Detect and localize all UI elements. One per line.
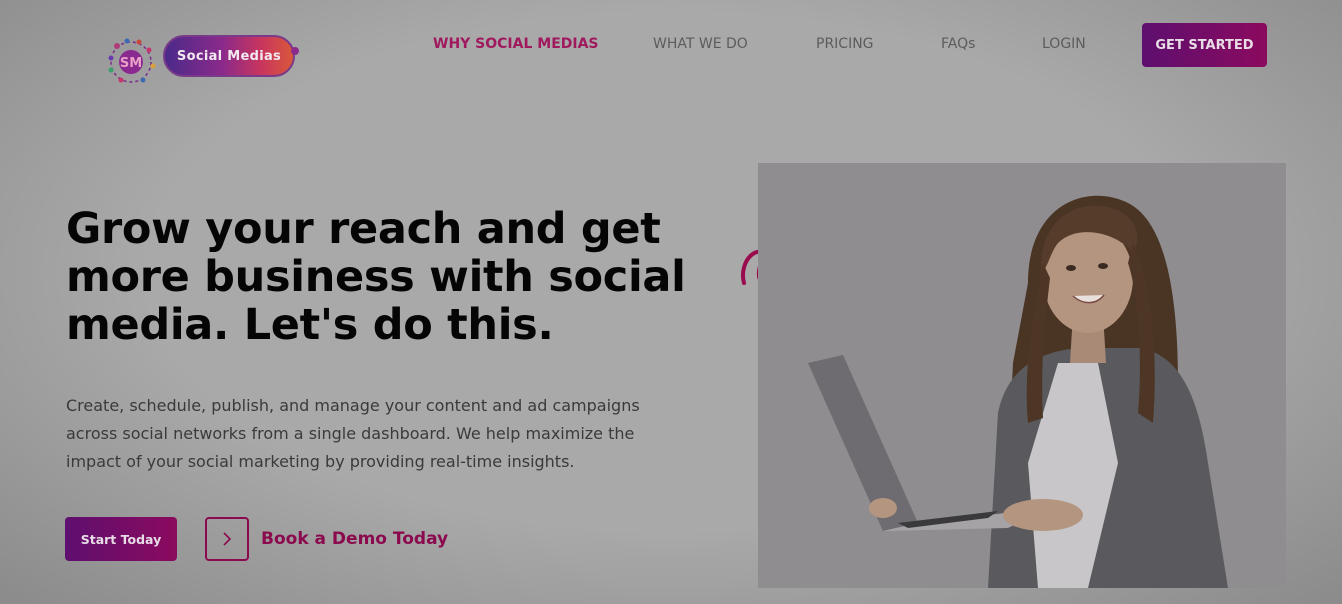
description-line: Create, schedule, publish, and manage yo… [66, 396, 640, 415]
book-demo-label[interactable]: Book a Demo Today [261, 529, 448, 549]
chevron-right-icon [223, 532, 232, 546]
woman-with-laptop-image [758, 163, 1286, 588]
headline-line: more business with social [66, 252, 686, 302]
headline-line: Grow your reach and get [66, 204, 661, 254]
nav-faqs[interactable]: FAQs [941, 36, 975, 52]
demo-chevron-box[interactable] [205, 517, 249, 561]
logo-monogram: SM [120, 56, 142, 71]
hero-description: Create, schedule, publish, and manage yo… [66, 392, 646, 476]
start-today-button[interactable]: Start Today [65, 517, 177, 561]
logo-text: Social Medias [176, 48, 282, 64]
get-started-button[interactable]: GET STARTED [1142, 23, 1267, 67]
nav-login[interactable]: LOGIN [1042, 36, 1086, 52]
headline-line: media. Let's do this. [66, 300, 554, 350]
brand-logo[interactable]: SM Social Medias [103, 30, 303, 86]
book-demo-link[interactable]: Book a Demo Today [205, 517, 448, 561]
description-line: impact of your social marketing by provi… [66, 452, 575, 471]
logo-dot-icon [291, 47, 299, 55]
hero-headline: Grow your reach and get more business wi… [66, 205, 706, 349]
logo-pill: Social Medias [163, 35, 295, 77]
logo-badge-icon: SM [108, 38, 156, 83]
nav-pricing[interactable]: PRICING [816, 36, 874, 52]
nav-what-we-do[interactable]: WHAT WE DO [653, 36, 748, 52]
nav-why-social-medias[interactable]: WHY SOCIAL MEDIAS [433, 36, 599, 52]
hero-photo [758, 163, 1286, 588]
description-line: across social networks from a single das… [66, 424, 635, 443]
